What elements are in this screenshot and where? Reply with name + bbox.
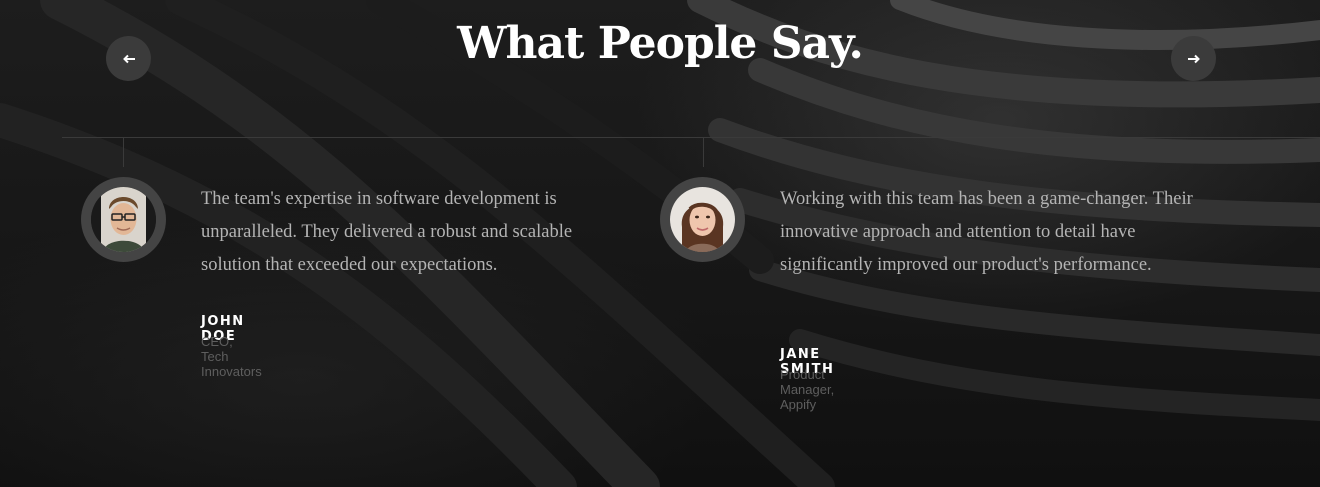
avatar [91,187,156,252]
divider-tick [123,137,124,167]
arrow-right-icon [1187,54,1200,63]
testimonials-section: What People Say. The team's expertise in… [0,0,1320,487]
testimonial-author-role: CEO, Tech Innovators [201,334,262,379]
testimonial-author-role: Product Manager, Appify [780,367,835,412]
testimonial-quote: The team's expertise in software develop… [201,189,573,275]
divider-tick [703,137,704,167]
avatar-frame [660,177,745,262]
testimonial-quote: Working with this team has been a game-c… [780,189,1193,275]
section-divider [62,137,1320,138]
avatar [670,187,735,252]
section-title: What People Say. [457,18,864,69]
next-button[interactable] [1171,36,1216,81]
avatar-frame [81,177,166,262]
